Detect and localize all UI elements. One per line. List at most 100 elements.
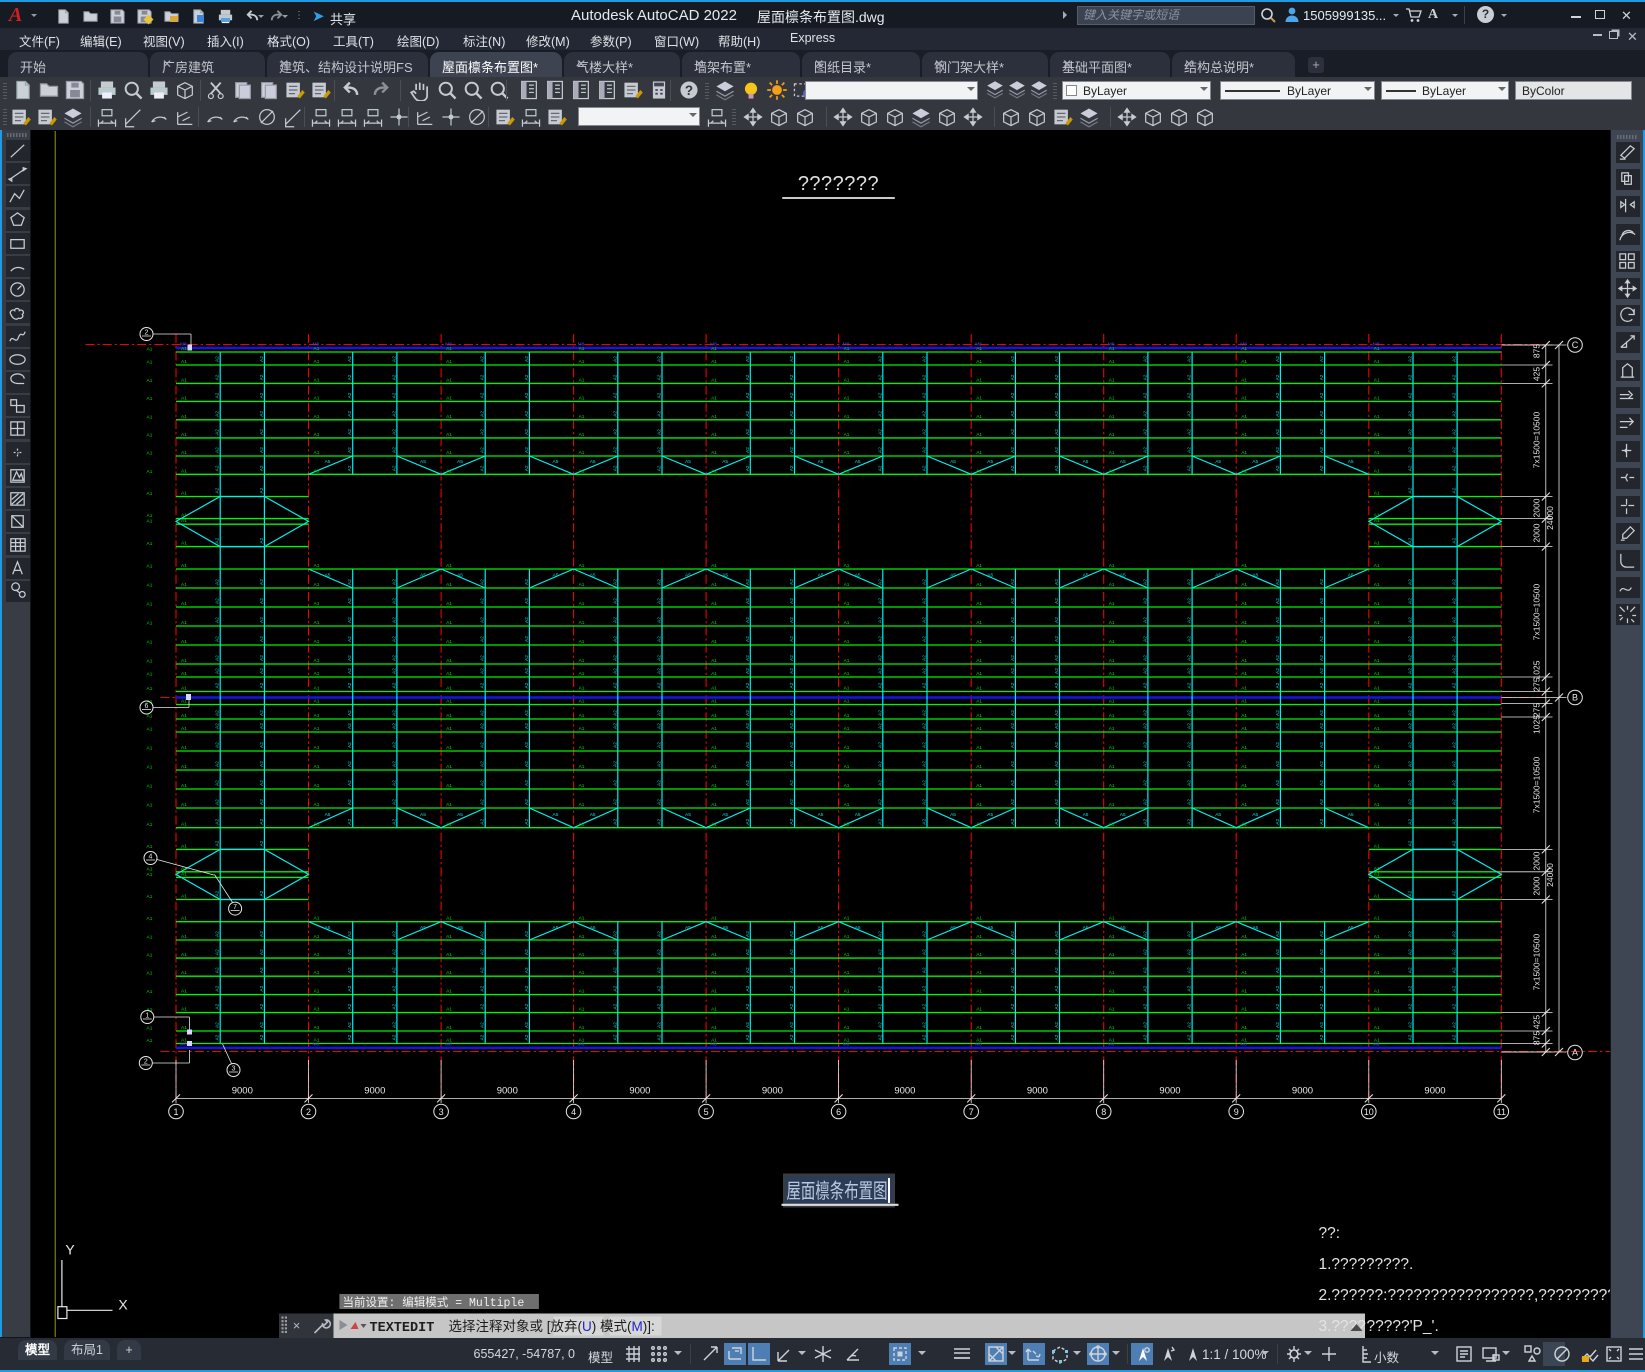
svg-text:2000: 2000 bbox=[1531, 851, 1541, 870]
svg-text:A2: A2 bbox=[391, 742, 397, 748]
svg-text:M8: M8 bbox=[975, 342, 982, 348]
svg-text:A2: A2 bbox=[347, 374, 353, 380]
svg-text:A2: A2 bbox=[1407, 840, 1413, 846]
svg-text:A2: A2 bbox=[1451, 742, 1457, 748]
svg-text:A2: A2 bbox=[1319, 1003, 1325, 1009]
svg-text:A1: A1 bbox=[843, 395, 849, 401]
svg-text:A2: A2 bbox=[789, 949, 795, 955]
svg-text:A2: A2 bbox=[921, 447, 927, 453]
svg-text:A1: A1 bbox=[711, 822, 717, 828]
svg-text:A2: A2 bbox=[1186, 617, 1192, 623]
svg-text:A1: A1 bbox=[146, 686, 152, 692]
svg-text:A2: A2 bbox=[523, 356, 529, 362]
svg-text:A1: A1 bbox=[146, 727, 152, 733]
svg-text:A1: A1 bbox=[181, 513, 187, 519]
svg-text:A5: A5 bbox=[817, 573, 823, 579]
svg-text:A1: A1 bbox=[446, 414, 452, 420]
svg-text:A2: A2 bbox=[789, 636, 795, 642]
svg-text:A2: A2 bbox=[656, 1003, 662, 1009]
svg-text:A1: A1 bbox=[1241, 699, 1247, 705]
svg-text:A2: A2 bbox=[347, 682, 353, 688]
svg-text:A2: A2 bbox=[347, 411, 353, 417]
svg-text:3: 3 bbox=[438, 1107, 443, 1117]
svg-text:A2: A2 bbox=[612, 967, 618, 973]
svg-text:A1: A1 bbox=[843, 1007, 849, 1013]
svg-text:???????: ??????? bbox=[797, 173, 878, 195]
svg-text:A1: A1 bbox=[446, 395, 452, 401]
svg-text:A1: A1 bbox=[446, 713, 452, 719]
svg-text:A1: A1 bbox=[1241, 726, 1247, 732]
svg-text:A2: A2 bbox=[391, 780, 397, 786]
svg-text:A1: A1 bbox=[1241, 395, 1247, 401]
svg-text:A2: A2 bbox=[1274, 723, 1280, 729]
svg-text:275: 275 bbox=[1531, 703, 1541, 717]
svg-text:A2: A2 bbox=[1054, 429, 1060, 435]
svg-text:A1: A1 bbox=[1241, 989, 1247, 995]
svg-text:7x1500=10500: 7x1500=10500 bbox=[1531, 411, 1541, 468]
svg-text:A2: A2 bbox=[656, 1034, 662, 1040]
svg-text:A2: A2 bbox=[258, 655, 264, 661]
svg-text:A2: A2 bbox=[612, 780, 618, 786]
svg-text:A2: A2 bbox=[1274, 799, 1280, 805]
svg-text:A1: A1 bbox=[181, 970, 187, 976]
svg-text:A2: A2 bbox=[1142, 1003, 1148, 1009]
svg-text:A5: A5 bbox=[589, 812, 595, 818]
svg-text:A2: A2 bbox=[391, 1022, 397, 1028]
svg-text:A2: A2 bbox=[214, 537, 220, 543]
svg-text:A2: A2 bbox=[1054, 617, 1060, 623]
svg-text:A2: A2 bbox=[656, 761, 662, 767]
svg-text:1025: 1025 bbox=[1531, 715, 1541, 734]
svg-text:A5: A5 bbox=[1119, 459, 1125, 465]
svg-text:A1: A1 bbox=[313, 934, 319, 940]
svg-text:A2: A2 bbox=[1451, 617, 1457, 623]
svg-text:A2: A2 bbox=[479, 985, 485, 991]
svg-text:A1: A1 bbox=[843, 620, 849, 626]
svg-text:A2: A2 bbox=[214, 617, 220, 623]
svg-text:A1: A1 bbox=[181, 989, 187, 995]
svg-text:A2: A2 bbox=[656, 949, 662, 955]
svg-text:A1: A1 bbox=[1373, 989, 1379, 995]
svg-text:A2: A2 bbox=[1451, 949, 1457, 955]
svg-text:A2: A2 bbox=[347, 617, 353, 623]
svg-text:A1: A1 bbox=[1108, 658, 1114, 664]
svg-text:Y: Y bbox=[65, 1242, 75, 1258]
svg-text:A2: A2 bbox=[1009, 1034, 1015, 1040]
svg-text:A2: A2 bbox=[1009, 1022, 1015, 1028]
svg-text:A1: A1 bbox=[446, 1007, 452, 1013]
svg-text:A2: A2 bbox=[877, 723, 883, 729]
svg-text:A2: A2 bbox=[391, 819, 397, 825]
svg-text:A2: A2 bbox=[258, 598, 264, 604]
svg-text:A1: A1 bbox=[1373, 745, 1379, 751]
svg-text:A1: A1 bbox=[313, 639, 319, 645]
svg-text:A1: A1 bbox=[843, 726, 849, 732]
svg-text:A2: A2 bbox=[1274, 668, 1280, 674]
svg-text:A2: A2 bbox=[1009, 356, 1015, 362]
svg-text:A2: A2 bbox=[391, 392, 397, 398]
svg-text:A2: A2 bbox=[1186, 411, 1192, 417]
svg-text:A1: A1 bbox=[313, 620, 319, 626]
svg-text:A1: A1 bbox=[1373, 450, 1379, 456]
svg-text:A5: A5 bbox=[1347, 925, 1353, 931]
svg-text:A2: A2 bbox=[1142, 1034, 1148, 1040]
svg-text:A2: A2 bbox=[877, 617, 883, 623]
svg-text:A2: A2 bbox=[214, 890, 220, 896]
svg-text:A1: A1 bbox=[446, 601, 452, 607]
svg-text:A2: A2 bbox=[1054, 967, 1060, 973]
svg-text:A1: A1 bbox=[146, 971, 152, 977]
svg-text:A2: A2 bbox=[744, 579, 750, 585]
svg-text:A1: A1 bbox=[146, 659, 152, 665]
svg-text:A1: A1 bbox=[446, 783, 452, 789]
svg-text:A1: A1 bbox=[578, 952, 584, 958]
svg-text:A2: A2 bbox=[1009, 411, 1015, 417]
svg-text:A2: A2 bbox=[744, 799, 750, 805]
svg-text:A2: A2 bbox=[347, 636, 353, 642]
svg-text:M8: M8 bbox=[577, 1042, 584, 1048]
svg-text:A2: A2 bbox=[1142, 579, 1148, 585]
svg-text:A2: A2 bbox=[214, 682, 220, 688]
svg-text:A2: A2 bbox=[1319, 799, 1325, 805]
svg-text:A2: A2 bbox=[612, 392, 618, 398]
svg-text:A2: A2 bbox=[1054, 985, 1060, 991]
svg-text:当前设置: 编辑模式 = Multiple: 当前设置: 编辑模式 = Multiple bbox=[342, 1295, 524, 1310]
svg-text:×: × bbox=[292, 1318, 300, 1333]
svg-text:A2: A2 bbox=[921, 799, 927, 805]
